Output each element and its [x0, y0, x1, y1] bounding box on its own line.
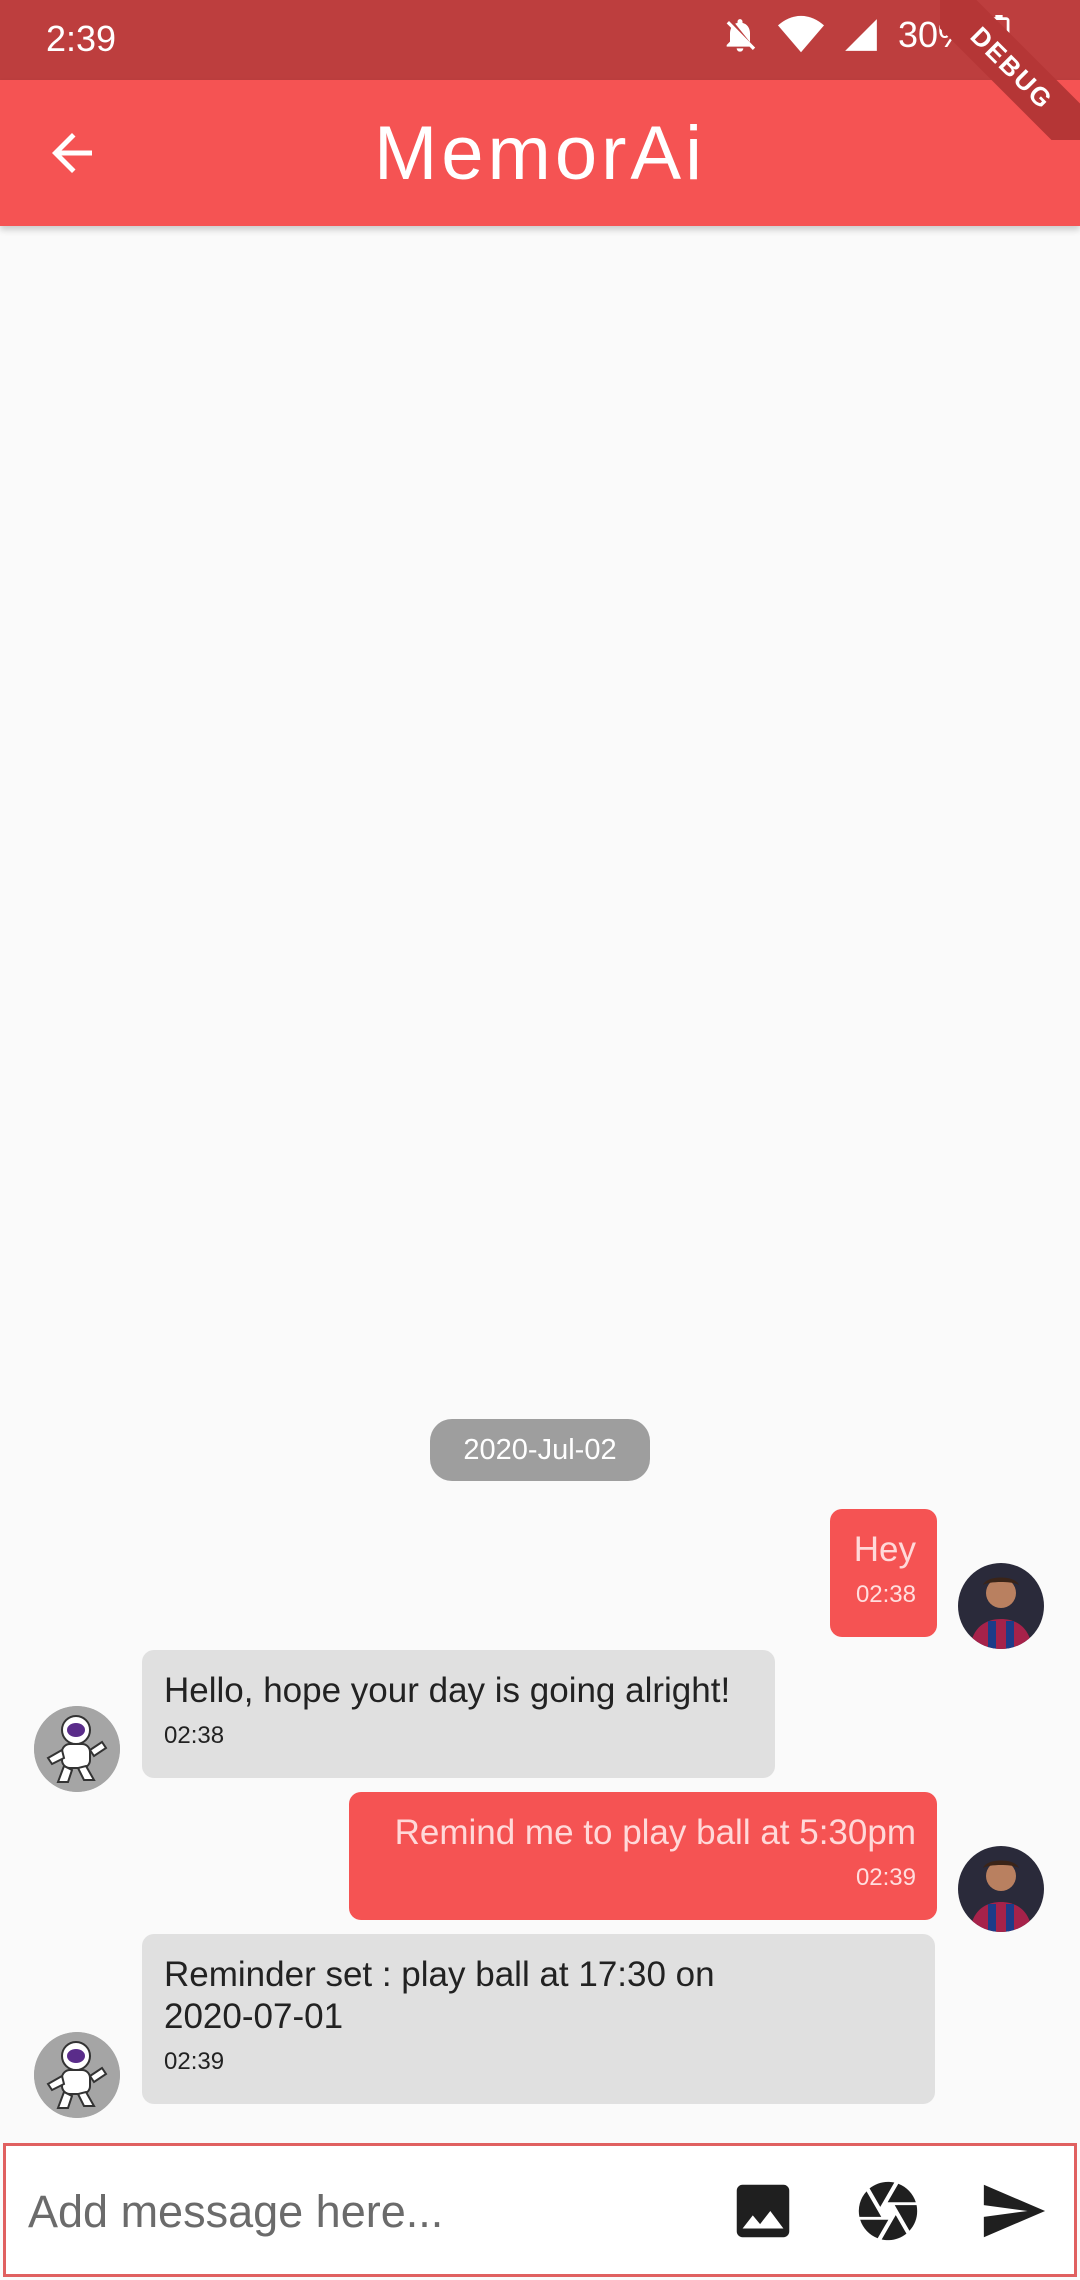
- app-title: MemorAi: [373, 111, 707, 196]
- wifi-icon: [777, 15, 824, 53]
- bot-avatar: [34, 1706, 120, 1792]
- user-avatar: [958, 1846, 1044, 1932]
- status-time: 2:39: [46, 18, 117, 59]
- image-icon[interactable]: [728, 2176, 798, 2246]
- message-time: 02:38: [855, 1581, 916, 1608]
- message-bubble-user: Hey 02:38: [830, 1509, 937, 1637]
- message-time: 02:38: [164, 1722, 225, 1749]
- bell-off-icon: [726, 19, 756, 52]
- message-bubble-bot: Hello, hope your day is going alright! 0…: [142, 1650, 775, 1778]
- camera-aperture-icon[interactable]: [853, 2176, 923, 2246]
- bot-avatar: [34, 2032, 120, 2118]
- cell-signal-icon: [845, 19, 877, 51]
- user-avatar: [958, 1563, 1044, 1649]
- message-text: Hello, hope your day is going alright!: [164, 1671, 731, 1710]
- message-composer: [3, 2143, 1077, 2277]
- date-chip: 2020-Jul-02: [430, 1419, 650, 1481]
- message-bubble-user: Remind me to play ball at 5:30pm 02:39: [349, 1792, 937, 1920]
- message-text: Reminder set : play ball at 17:30 on 202…: [164, 1955, 715, 2036]
- debug-banner-container: DEBUG: [940, 0, 1080, 140]
- debug-banner: DEBUG: [940, 0, 1080, 140]
- message-time: 02:39: [164, 2048, 225, 2075]
- message-bubble-bot: Reminder set : play ball at 17:30 on 202…: [142, 1934, 935, 2104]
- message-time: 02:39: [855, 1864, 916, 1891]
- message-text: Hey: [853, 1530, 916, 1569]
- send-icon[interactable]: [978, 2176, 1048, 2246]
- message-input[interactable]: [26, 2176, 690, 2248]
- app-bar: MemorAi: [0, 80, 1080, 226]
- status-bar: 2:39 30%: [0, 0, 1080, 80]
- message-text: Remind me to play ball at 5:30pm: [394, 1813, 916, 1852]
